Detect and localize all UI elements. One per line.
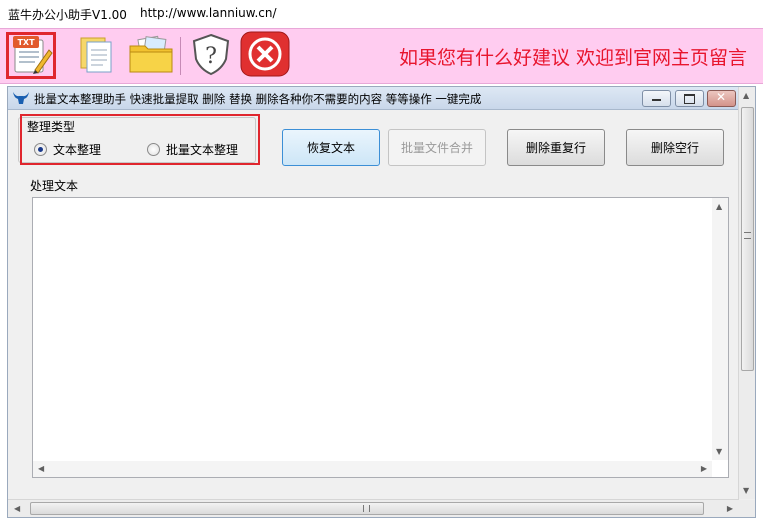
svg-text:?: ? [205,44,217,69]
window-scroll-up-icon[interactable]: ▲ [743,91,749,100]
folder-icon [127,32,175,79]
organize-type-label: 整理类型 [26,118,77,135]
close-icon: ✕ [716,90,727,104]
toolbar-separator [180,37,181,75]
scroll-up-icon[interactable]: ▲ [716,202,722,211]
slogan-text: 如果您有什么好建议 欢迎到官网主页留言 [398,47,747,69]
close-button[interactable]: ✕ [707,90,736,107]
radio-selected-icon [34,143,47,156]
text-organizer-window: 批量文本整理助手 快速批量提取 删除 替换 删除各种你不需要的内容 等等操作 一… [7,86,756,518]
minimize-button[interactable] [642,90,671,107]
radio-text-organize-label: 文本整理 [53,143,102,157]
exit-button[interactable] [240,31,290,80]
process-text-label: 处理文本 [30,179,79,193]
window-scroll-right-icon[interactable]: ▶ [727,504,733,513]
maximize-button[interactable] [675,90,704,107]
help-shield-icon: ? [189,32,233,79]
window-vertical-scrollbar[interactable]: ▲ ▼ [738,87,755,499]
maximize-icon [684,94,695,104]
window-scroll-down-icon[interactable]: ▼ [743,486,749,495]
minimize-icon [652,99,661,101]
delete-duplicate-lines-button[interactable]: 删除重复行 [507,129,605,166]
restore-text-button[interactable]: 恢复文本 [282,129,380,166]
process-text-area[interactable]: ▲ ▼ ◀ ▶ [32,197,729,478]
scroll-left-icon[interactable]: ◀ [38,464,44,473]
inner-title-bar[interactable]: 批量文本整理助手 快速批量提取 删除 替换 删除各种你不需要的内容 等等操作 一… [8,87,739,110]
window-scroll-left-icon[interactable]: ◀ [14,504,20,513]
app-title: 蓝牛办公小助手V1.00 [8,8,127,22]
text-area-vertical-scrollbar[interactable]: ▲ ▼ [712,198,728,460]
grip-icon [744,232,751,239]
document-icon [75,32,119,79]
main-toolbar: TXT ? 如果您有什么好建议 欢迎到官网主页留言 [0,28,763,84]
radio-batch-organize-label: 批量文本整理 [166,143,239,157]
radio-batch-organize[interactable]: 批量文本整理 [147,141,238,158]
close-circle-icon [240,31,290,80]
grip-horizontal-icon [363,505,370,512]
radio-unselected-icon [147,143,160,156]
document-button[interactable] [72,32,122,79]
bull-logo-icon [12,90,30,109]
app-title-bar: 蓝牛办公小助手V1.00 http://www.lanniuw.cn/ [0,0,763,28]
scrollbar-corner [739,500,755,517]
inner-window-title: 批量文本整理助手 快速批量提取 删除 替换 删除各种你不需要的内容 等等操作 一… [34,92,482,106]
txt-tool-button[interactable]: TXT [6,32,56,79]
window-horizontal-scroll-thumb[interactable] [30,502,704,515]
folder-button[interactable] [126,32,176,79]
scroll-right-icon[interactable]: ▶ [701,464,707,473]
window-horizontal-scrollbar[interactable]: ◀ ▶ [8,499,739,517]
help-button[interactable]: ? [186,32,236,79]
txt-tool-icon: TXT [9,32,53,79]
window-vertical-scroll-thumb[interactable] [741,107,754,371]
radio-text-organize[interactable]: 文本整理 [34,141,101,158]
delete-empty-lines-button[interactable]: 删除空行 [626,129,724,166]
text-area-horizontal-scrollbar[interactable]: ◀ ▶ [33,461,712,477]
app-url: http://www.lanniuw.cn/ [140,6,277,20]
scroll-down-icon[interactable]: ▼ [716,447,722,456]
svg-text:TXT: TXT [17,38,35,47]
merge-files-button[interactable]: 批量文件合并 [388,129,486,166]
